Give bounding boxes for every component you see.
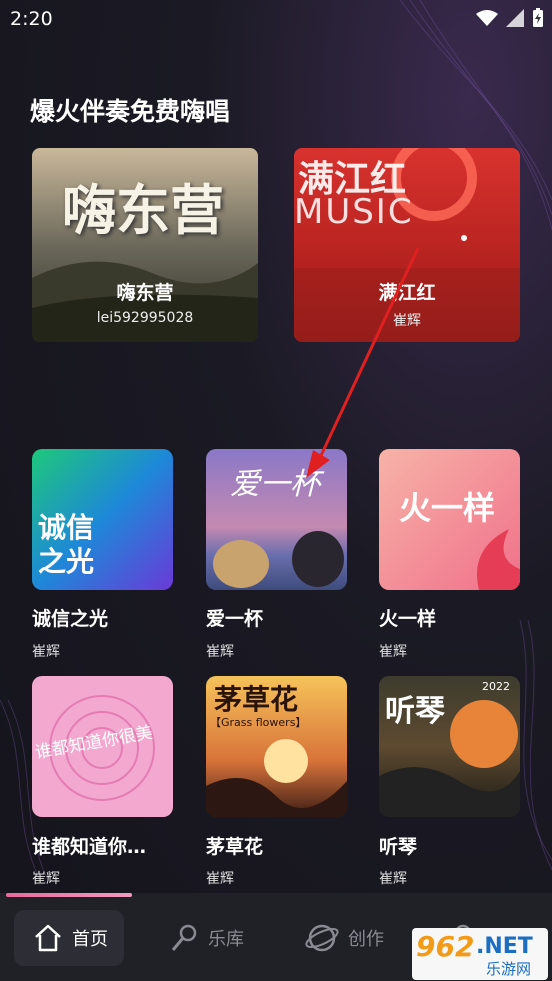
wifi-icon	[476, 10, 498, 26]
song-author-6: 崔辉	[379, 871, 407, 887]
song-cover-text-6: 听琴	[385, 694, 445, 729]
watermark-number: 962	[416, 930, 475, 963]
watermark-site: 乐游网	[486, 960, 532, 978]
song-cover-3[interactable]: 火一样	[379, 449, 520, 590]
featured-title-2[interactable]: 满江红	[294, 278, 520, 305]
song-cover-text-2: 爱一杯	[230, 467, 320, 502]
home-icon	[35, 924, 61, 952]
song-cover-sub-6: 2022	[482, 680, 510, 693]
song-cover-2[interactable]: 爱一杯	[206, 449, 347, 590]
microphone-icon	[171, 924, 197, 951]
song-cover-4[interactable]: 谁都知道你很美	[32, 676, 173, 817]
section-title: 爆火伴奏免费嗨唱	[30, 97, 231, 126]
song-author-4: 崔辉	[32, 871, 60, 887]
tab-active-indicator	[6, 893, 132, 897]
tab-home[interactable]: 首页	[14, 910, 124, 966]
tab-library[interactable]: 乐库	[168, 910, 244, 966]
featured-title-1[interactable]: 嗨东营	[32, 278, 258, 305]
song-cover-sub-5: 【Grass flowers】	[210, 716, 307, 729]
battery-icon	[533, 8, 543, 27]
song-author-2: 崔辉	[206, 644, 234, 660]
song-author-3: 崔辉	[379, 644, 407, 660]
song-author-1: 崔辉	[32, 644, 60, 660]
watermark-logo: 962 .NET 乐游网	[412, 928, 548, 980]
featured-author-1: lei592995028	[96, 310, 194, 326]
signal-icon	[506, 9, 524, 27]
tab-create[interactable]: 创作	[304, 910, 384, 966]
featured-author-2: 崔辉	[393, 313, 421, 329]
song-cover-6[interactable]: 听琴 2022	[379, 676, 520, 817]
song-title-4[interactable]: 谁都知道你…	[32, 832, 146, 859]
featured-cover-sub-2: MUSIC	[294, 192, 414, 232]
song-cover-text-5: 茅草花	[214, 683, 299, 716]
song-cover-text-3: 火一样	[399, 489, 496, 527]
song-title-1[interactable]: 诚信之光	[32, 604, 108, 631]
featured-cover-text-1: 嗨东营	[62, 179, 224, 242]
watermark-suffix: .NET	[476, 934, 533, 959]
song-title-5[interactable]: 茅草花	[206, 832, 263, 859]
song-title-2[interactable]: 爱一杯	[206, 604, 263, 631]
song-cover-5[interactable]: 茅草花 【Grass flowers】	[206, 676, 347, 817]
song-title-3[interactable]: 火一样	[379, 604, 436, 631]
song-author-5: 崔辉	[206, 871, 234, 887]
song-cover-text-1: 诚信之光	[38, 511, 95, 578]
tab-label-create: 创作	[348, 929, 384, 950]
music-planet-icon	[305, 924, 339, 952]
status-time: 2:20	[10, 8, 53, 30]
song-cover-1[interactable]: 诚信之光	[32, 449, 173, 590]
tab-label-library: 乐库	[208, 929, 244, 950]
song-title-6[interactable]: 听琴	[379, 832, 417, 859]
tab-label-home: 首页	[72, 929, 108, 950]
status-bar: 2:20	[0, 0, 552, 40]
